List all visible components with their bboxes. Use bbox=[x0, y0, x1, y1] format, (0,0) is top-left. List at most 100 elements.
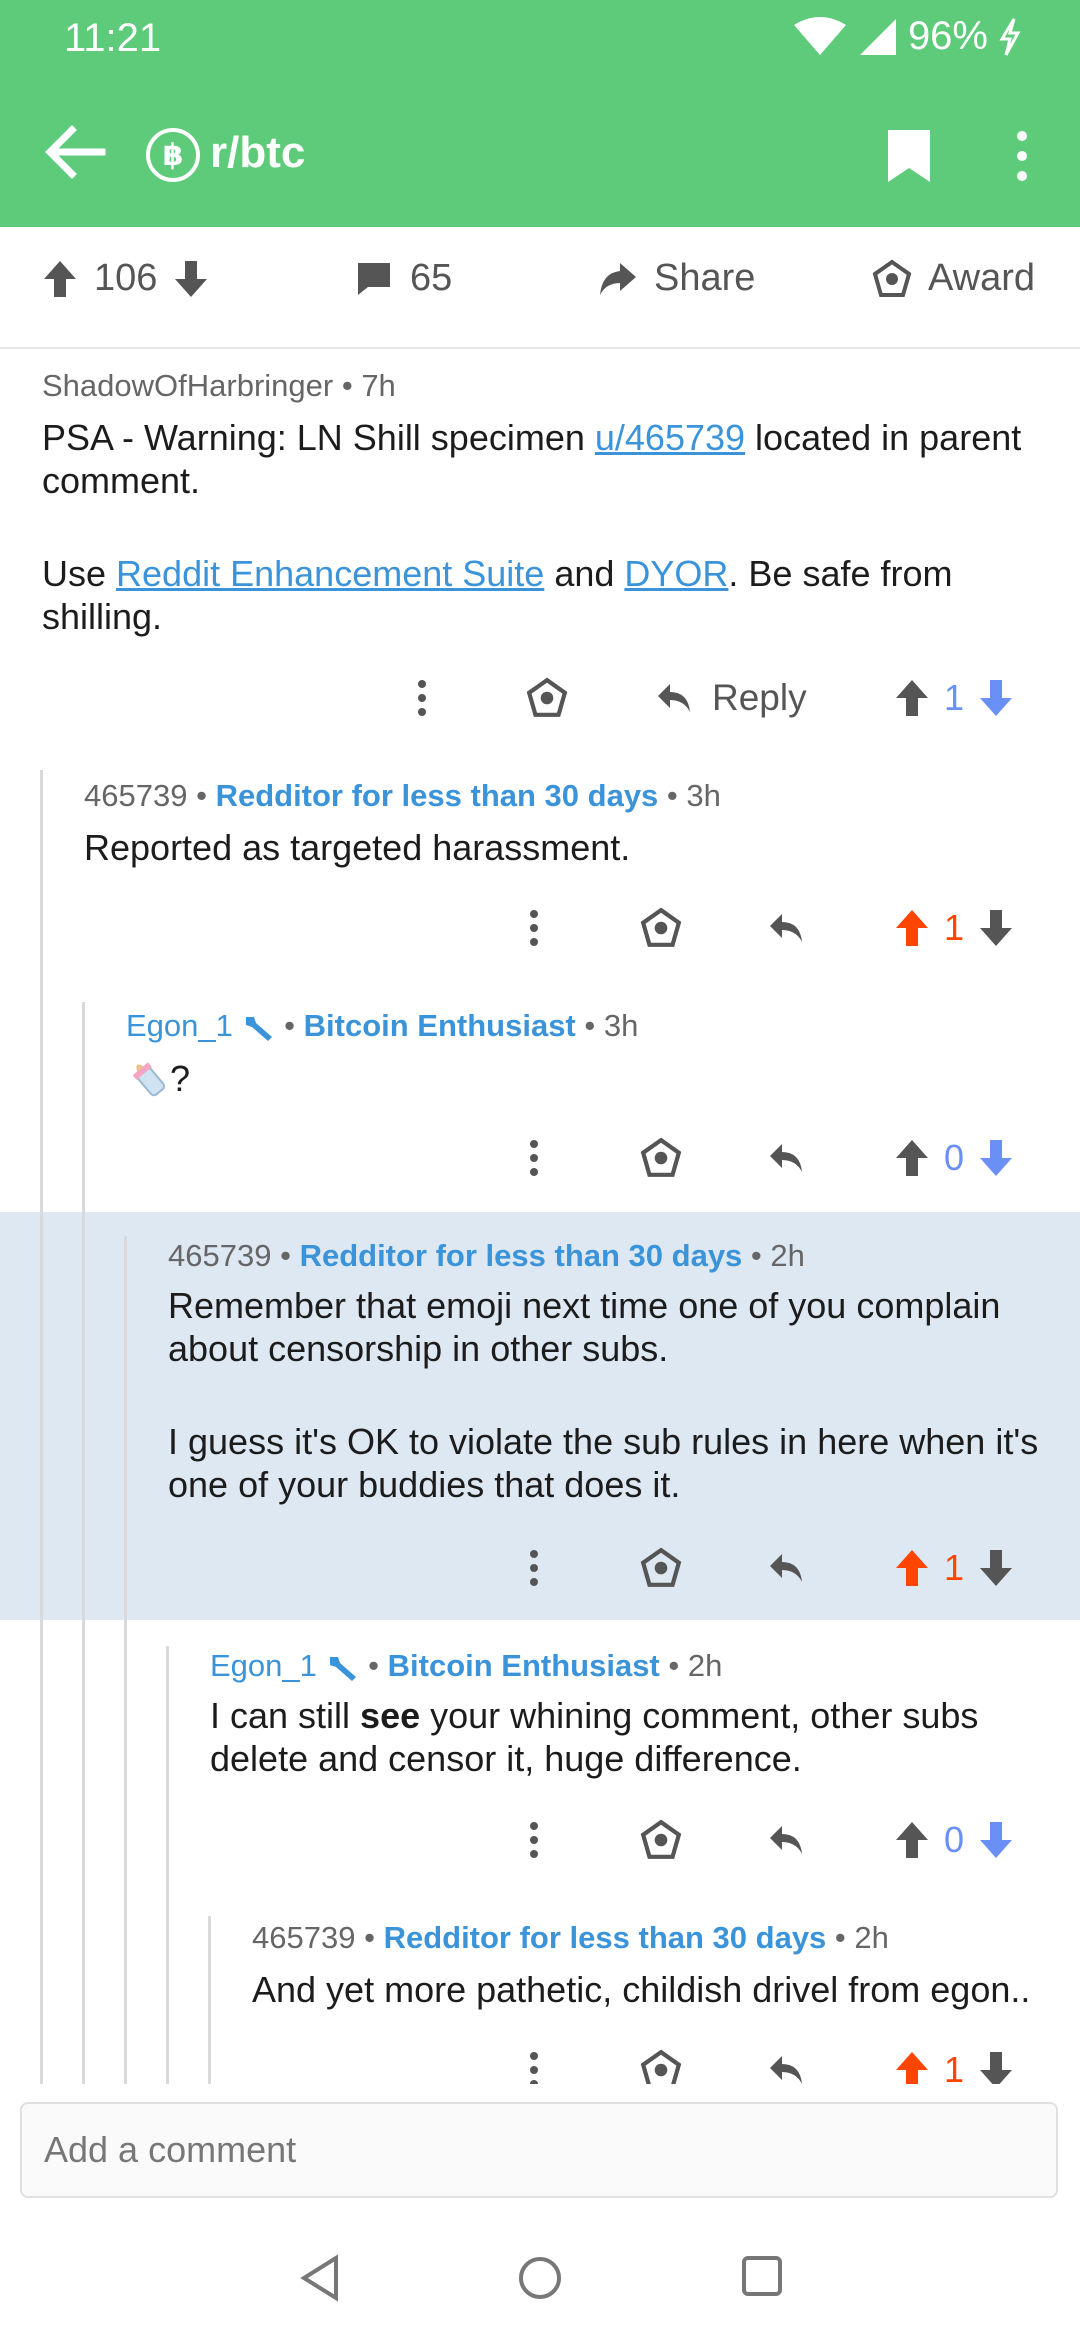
vote-group: 0 bbox=[894, 1810, 1014, 1870]
award-icon bbox=[872, 259, 912, 297]
comment-score: 1 bbox=[944, 677, 965, 718]
comment-meta: ShadowOfHarbringer • 7h bbox=[42, 368, 396, 403]
user-flair: Redditor for less than 30 days bbox=[383, 1920, 827, 1955]
moderator-wrench-icon bbox=[245, 1016, 272, 1041]
add-comment-input[interactable] bbox=[22, 2104, 1056, 2196]
comment-meta: 465739 • Redditor for less than 30 days … bbox=[84, 778, 721, 813]
comment-author[interactable]: 465739 bbox=[168, 1238, 271, 1273]
add-comment-field[interactable] bbox=[20, 2102, 1058, 2198]
res-link[interactable]: Reddit Enhancement Suite bbox=[116, 553, 544, 594]
system-nav-bar bbox=[0, 2220, 1080, 2340]
reply-label: Reply bbox=[712, 677, 807, 718]
share-button[interactable]: Share bbox=[596, 257, 755, 300]
award-icon[interactable] bbox=[640, 2040, 682, 2084]
comment-score: 1 bbox=[944, 907, 965, 948]
reply-button[interactable]: Reply bbox=[654, 668, 807, 728]
downvote-icon[interactable] bbox=[978, 1548, 1014, 1588]
award-icon[interactable] bbox=[640, 1810, 682, 1870]
comment-author[interactable]: Egon_1 bbox=[210, 1648, 317, 1683]
reply-icon[interactable] bbox=[766, 1810, 806, 1870]
comment-body: ? bbox=[126, 1056, 1026, 1100]
upvote-icon[interactable] bbox=[894, 1548, 930, 1588]
comment-time: 2h bbox=[770, 1238, 805, 1273]
post-score: 106 bbox=[94, 257, 158, 299]
comments-button[interactable]: 65 bbox=[354, 257, 452, 300]
bitcoin-icon: ฿ bbox=[146, 128, 200, 182]
status-time: 11:21 bbox=[64, 16, 162, 60]
downvote-icon[interactable] bbox=[173, 259, 209, 299]
comment-icon bbox=[358, 262, 390, 295]
comment-score: 1 bbox=[944, 1547, 965, 1588]
more-options-icon[interactable] bbox=[524, 898, 544, 958]
comment-actions: 0 bbox=[0, 1128, 1080, 1188]
comment-body: And yet more pathetic, childish drivel f… bbox=[252, 1969, 1031, 2010]
upvote-icon[interactable] bbox=[42, 259, 78, 299]
award-icon[interactable] bbox=[640, 1128, 682, 1188]
reply-icon bbox=[658, 684, 690, 712]
comment-actions: 0 bbox=[0, 1810, 1080, 1870]
comment-author[interactable]: 465739 bbox=[84, 778, 187, 813]
post-action-bar: 106 65 Share Award bbox=[0, 227, 1080, 349]
back-arrow-icon[interactable] bbox=[40, 122, 110, 182]
baby-bottle-emoji-icon bbox=[132, 1062, 166, 1097]
comment-score: 1 bbox=[944, 2049, 965, 2084]
reply-icon[interactable] bbox=[766, 1538, 806, 1598]
upvote-icon[interactable] bbox=[894, 908, 930, 948]
nav-home-icon[interactable] bbox=[516, 2254, 564, 2302]
reply-icon[interactable] bbox=[766, 1128, 806, 1188]
signal-icon bbox=[859, 18, 896, 55]
upvote-icon[interactable] bbox=[894, 678, 930, 718]
battery-percent: 96% bbox=[907, 14, 988, 58]
moderator-wrench-icon bbox=[329, 1656, 356, 1681]
upvote-icon[interactable] bbox=[894, 1820, 930, 1860]
nav-back-icon[interactable] bbox=[298, 2254, 342, 2302]
comment-author[interactable]: Egon_1 bbox=[126, 1008, 233, 1043]
downvote-icon[interactable] bbox=[978, 1138, 1014, 1178]
upvote-icon[interactable] bbox=[894, 1138, 930, 1178]
user-flair: Redditor for less than 30 days bbox=[299, 1238, 743, 1273]
comment-meta: Egon_1 • Bitcoin Enthusiast • 3h bbox=[126, 1008, 639, 1043]
more-options-icon[interactable] bbox=[412, 668, 432, 728]
award-icon[interactable] bbox=[640, 898, 682, 958]
comment-count: 65 bbox=[410, 257, 453, 299]
comment-body: I can still see your whining comment, ot… bbox=[210, 1695, 979, 1779]
vote-group: 1 bbox=[894, 898, 1014, 958]
award-icon[interactable] bbox=[640, 1538, 682, 1598]
more-options-icon[interactable] bbox=[524, 1810, 544, 1870]
thread-line bbox=[166, 1646, 169, 2100]
subreddit-title[interactable]: r/btc bbox=[210, 128, 305, 178]
nav-recents-icon[interactable] bbox=[740, 2254, 784, 2298]
downvote-icon[interactable] bbox=[978, 908, 1014, 948]
upvote-icon[interactable] bbox=[894, 2050, 930, 2084]
comment-score: 0 bbox=[944, 1137, 965, 1178]
more-options-icon[interactable] bbox=[524, 2040, 544, 2084]
comment-meta: 465739 • Redditor for less than 30 days … bbox=[252, 1920, 889, 1955]
reply-icon[interactable] bbox=[766, 898, 806, 958]
comment-time: 2h bbox=[687, 1648, 723, 1683]
reply-icon[interactable] bbox=[766, 2040, 806, 2084]
award-button[interactable]: Award bbox=[872, 257, 1035, 300]
user-link[interactable]: u/465739 bbox=[595, 417, 745, 458]
more-options-icon[interactable] bbox=[524, 1538, 544, 1598]
more-vert-icon[interactable] bbox=[1010, 126, 1034, 186]
comment-time: 3h bbox=[686, 778, 721, 813]
user-flair: Redditor for less than 30 days bbox=[215, 778, 659, 813]
user-flair: Bitcoin Enthusiast bbox=[387, 1648, 660, 1683]
comment-actions: 1 bbox=[0, 898, 1080, 958]
downvote-icon[interactable] bbox=[978, 1820, 1014, 1860]
downvote-icon[interactable] bbox=[978, 2050, 1014, 2084]
wifi-icon bbox=[793, 16, 846, 55]
comment-author[interactable]: 465739 bbox=[252, 1920, 355, 1955]
comment-body: Reported as targeted harassment. bbox=[84, 827, 631, 868]
comment-actions: 1 bbox=[0, 1538, 1080, 1598]
bookmark-icon[interactable] bbox=[884, 126, 934, 186]
comment-author[interactable]: ShadowOfHarbringer bbox=[42, 368, 333, 403]
more-options-icon[interactable] bbox=[524, 1128, 544, 1188]
comment-score: 0 bbox=[944, 1819, 965, 1860]
award-icon[interactable] bbox=[526, 668, 568, 728]
dyor-link[interactable]: DYOR bbox=[624, 553, 728, 594]
downvote-icon[interactable] bbox=[978, 678, 1014, 718]
comment-actions: Reply 1 bbox=[0, 668, 1080, 728]
vote-group: 1 bbox=[894, 668, 1014, 728]
post-vote-group: 106 bbox=[42, 257, 209, 300]
